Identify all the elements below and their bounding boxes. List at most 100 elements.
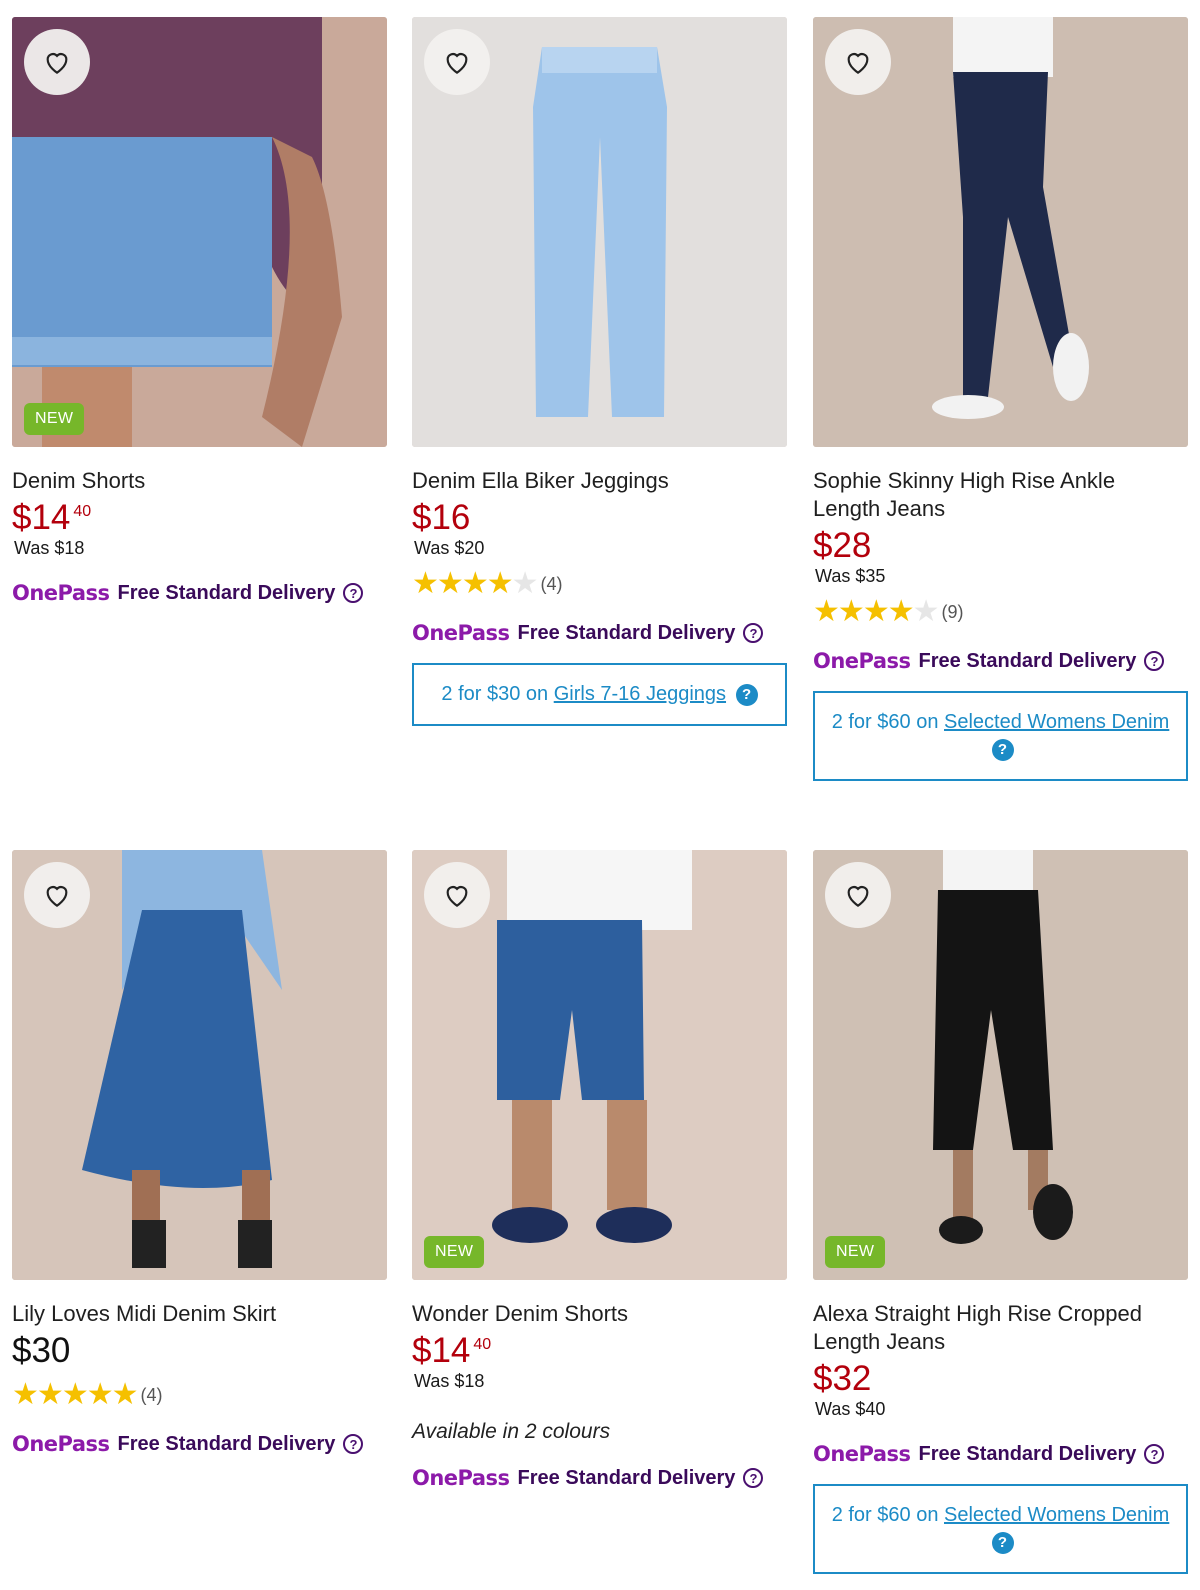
star-icon: ★ — [486, 567, 514, 600]
onepass-delivery: OnePass Free Standard Delivery ? — [412, 621, 787, 645]
star-icon: ★ — [461, 567, 489, 600]
promo-box[interactable]: 2 for $60 on Selected Womens Denim ? — [813, 691, 1188, 781]
product-price: $16 — [412, 499, 787, 537]
product-image[interactable] — [412, 17, 787, 447]
delivery-label: Free Standard Delivery — [517, 1466, 736, 1489]
stars: ★ ★ ★ ★ ★ — [813, 595, 940, 628]
promo-box[interactable]: 2 for $30 on Girls 7-16 Jeggings ? — [412, 663, 787, 726]
price-cents: 40 — [73, 503, 92, 520]
product-price: $14 40 — [412, 1332, 787, 1370]
wishlist-heart-icon[interactable] — [24, 29, 90, 95]
onepass-delivery: OnePass Free Standard Delivery ? — [813, 1442, 1188, 1466]
help-circle-icon[interactable]: ? — [343, 583, 364, 603]
help-circle-icon[interactable]: ? — [743, 623, 764, 643]
star-icon: ★ — [837, 595, 865, 628]
onepass-delivery: OnePass Free Standard Delivery ? — [12, 581, 387, 605]
wishlist-heart-icon[interactable] — [424, 29, 490, 95]
help-circle-icon[interactable]: ? — [1144, 1444, 1165, 1464]
onepass-logo: OnePass — [813, 649, 911, 673]
product-card[interactable]: Denim Ella Biker Jeggings $16 Was $20 ★ ★… — [412, 17, 787, 726]
product-image[interactable] — [813, 17, 1188, 447]
new-badge: NEW — [825, 1236, 886, 1268]
price-dollars: $30 — [12, 1331, 71, 1370]
product-price: $30 — [12, 1332, 387, 1370]
product-card[interactable]: Lily Loves Midi Denim Skirt $30 ★ ★ ★ ★ ★ (4… — [12, 850, 387, 1456]
review-count: (9) — [941, 601, 964, 622]
was-price: Was $18 — [14, 538, 85, 558]
review-count: (4) — [140, 1384, 163, 1405]
delivery-label: Free Standard Delivery — [117, 1432, 336, 1455]
stars: ★ ★ ★ ★ ★ — [412, 567, 539, 600]
new-badge: NEW — [424, 1236, 485, 1268]
delivery-label: Free Standard Delivery — [517, 621, 736, 644]
onepass-logo: OnePass — [412, 621, 510, 645]
product-image[interactable]: NEW — [12, 17, 387, 447]
help-circle-icon[interactable]: ? — [991, 738, 1014, 761]
new-badge: NEW — [24, 403, 85, 435]
wishlist-heart-icon[interactable] — [825, 29, 891, 95]
wishlist-heart-icon[interactable] — [424, 862, 490, 928]
help-circle-icon[interactable]: ? — [743, 1468, 764, 1488]
delivery-label: Free Standard Delivery — [918, 1442, 1137, 1465]
help-circle-icon[interactable]: ? — [1144, 651, 1165, 671]
promo-lead: 2 for $60 on — [831, 1504, 939, 1526]
promo-link[interactable]: Selected Womens Denim — [944, 1504, 1169, 1526]
onepass-delivery: OnePass Free Standard Delivery ? — [412, 1466, 787, 1490]
onepass-logo: OnePass — [813, 1442, 911, 1466]
onepass-logo: OnePass — [412, 1466, 510, 1490]
product-title[interactable]: Denim Shorts — [12, 467, 387, 495]
product-price: $32 — [813, 1360, 1188, 1398]
promo-link[interactable]: Selected Womens Denim — [944, 711, 1169, 733]
was-price: Was $20 — [414, 538, 485, 558]
product-title[interactable]: Alexa Straight High Rise Cropped Length … — [813, 1300, 1188, 1356]
product-card[interactable]: NEW Wonder Denim Shorts $14 40 Was $18 A… — [412, 850, 787, 1490]
product-title[interactable]: Wonder Denim Shorts — [412, 1300, 787, 1328]
product-title[interactable]: Sophie Skinny High Rise Ankle Length Jea… — [813, 467, 1188, 523]
price-dollars: $14 — [412, 1331, 471, 1370]
price-cents: 40 — [473, 1336, 492, 1353]
price-dollars: $32 — [813, 1359, 872, 1398]
delivery-label: Free Standard Delivery — [117, 581, 336, 604]
product-card[interactable]: Sophie Skinny High Rise Ankle Length Jea… — [813, 17, 1188, 781]
star-rating[interactable]: ★ ★ ★ ★ ★ (4) — [12, 1380, 387, 1410]
colour-availability[interactable]: Available in 2 colours — [412, 1420, 787, 1444]
star-rating[interactable]: ★ ★ ★ ★ ★ (4) — [412, 569, 787, 599]
product-card[interactable]: NEW Alexa Straight High Rise Cropped Len… — [813, 850, 1188, 1574]
review-count: (4) — [540, 573, 563, 594]
product-image[interactable]: NEW — [412, 850, 787, 1280]
star-icon: ★ — [813, 595, 840, 628]
product-title[interactable]: Lily Loves Midi Denim Skirt — [12, 1300, 387, 1328]
help-circle-icon[interactable]: ? — [343, 1434, 364, 1454]
star-icon: ★ — [12, 1378, 39, 1411]
help-circle-icon[interactable]: ? — [991, 1531, 1014, 1554]
promo-box[interactable]: 2 for $60 on Selected Womens Denim ? — [813, 1484, 1188, 1574]
product-title[interactable]: Denim Ella Biker Jeggings — [412, 467, 787, 495]
wishlist-heart-icon[interactable] — [24, 862, 90, 928]
help-circle-icon[interactable]: ? — [735, 683, 758, 706]
was-price: Was $40 — [815, 1399, 886, 1419]
promo-lead: 2 for $30 on — [441, 683, 549, 705]
star-icon: ★ — [862, 595, 890, 628]
was-price: Was $18 — [414, 1371, 485, 1391]
star-icon: ★ — [511, 567, 539, 600]
product-card[interactable]: NEW Denim Shorts $14 40 Was $18 OnePass … — [12, 17, 387, 605]
star-icon: ★ — [436, 567, 464, 600]
product-image[interactable]: NEW — [813, 850, 1188, 1280]
was-price: Was $35 — [815, 566, 886, 586]
star-icon: ★ — [912, 595, 940, 628]
star-rating[interactable]: ★ ★ ★ ★ ★ (9) — [813, 597, 1188, 627]
promo-lead: 2 for $60 on — [831, 711, 939, 733]
promo-link[interactable]: Girls 7-16 Jeggings — [554, 683, 726, 705]
star-icon: ★ — [36, 1378, 64, 1411]
onepass-delivery: OnePass Free Standard Delivery ? — [813, 649, 1188, 673]
star-icon: ★ — [86, 1378, 114, 1411]
onepass-delivery: OnePass Free Standard Delivery ? — [12, 1432, 387, 1456]
product-price: $14 40 — [12, 499, 387, 537]
star-icon: ★ — [61, 1378, 89, 1411]
price-dollars: $14 — [12, 498, 71, 537]
wishlist-heart-icon[interactable] — [825, 862, 891, 928]
star-icon: ★ — [111, 1378, 139, 1411]
product-image[interactable] — [12, 850, 387, 1280]
onepass-logo: OnePass — [12, 581, 110, 605]
star-icon: ★ — [887, 595, 915, 628]
